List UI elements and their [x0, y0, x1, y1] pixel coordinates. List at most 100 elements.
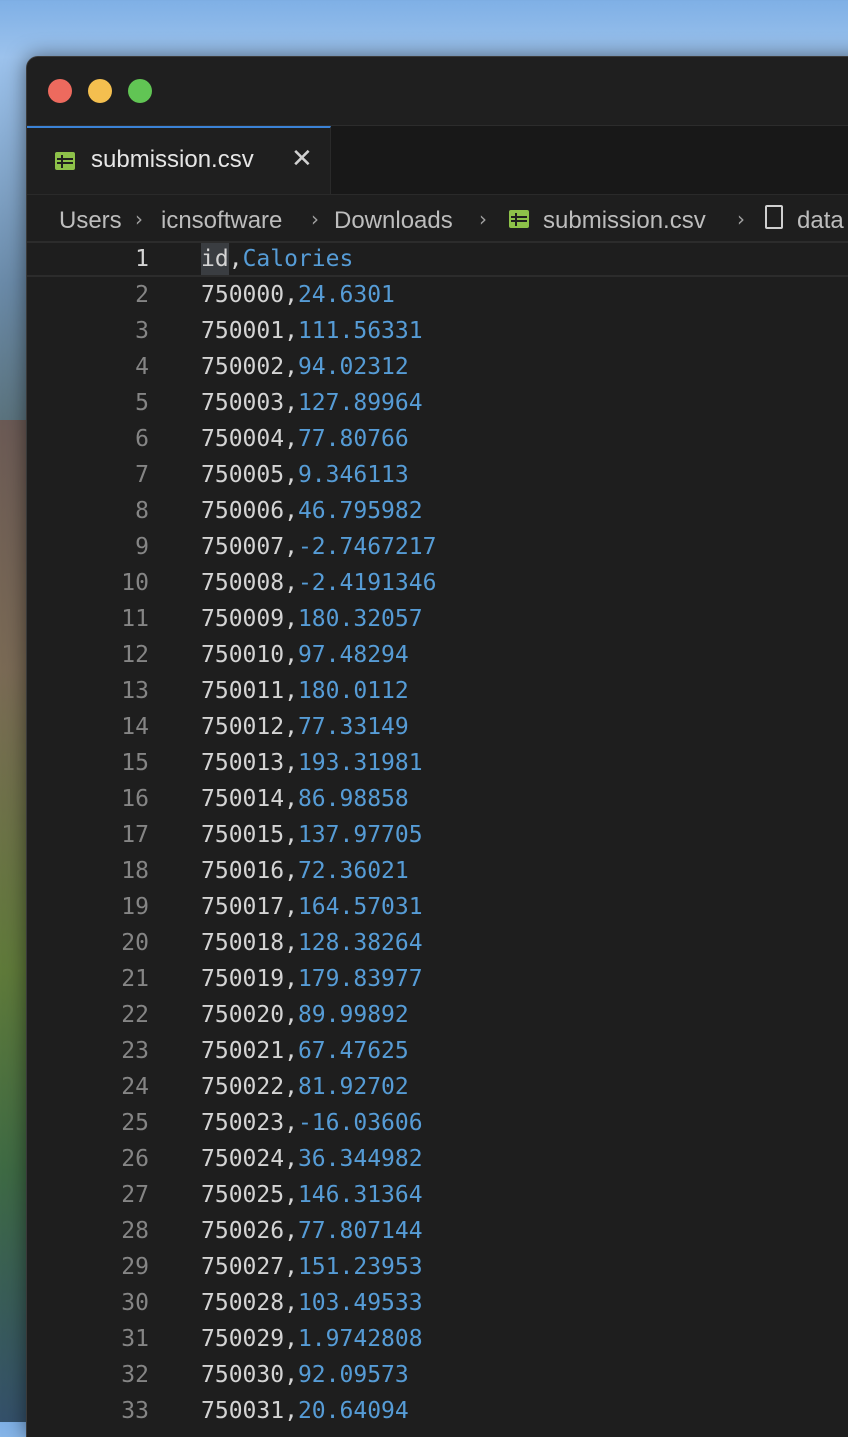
- csv-separator: ,: [284, 1362, 298, 1388]
- csv-cell-id: 750016: [201, 858, 285, 884]
- code-line[interactable]: 9 750007,-2.7467217: [27, 529, 848, 565]
- code-line[interactable]: 29 750027,151.23953: [27, 1249, 848, 1285]
- line-content: 750027,151.23953: [201, 1249, 423, 1285]
- code-line[interactable]: 23 750021,67.47625: [27, 1033, 848, 1069]
- code-line[interactable]: 6 750004,77.80766: [27, 421, 848, 457]
- chevron-right-icon: ›: [737, 207, 745, 231]
- code-line[interactable]: 22 750020,89.99892: [27, 997, 848, 1033]
- code-line[interactable]: 1 id,Calories: [27, 241, 848, 277]
- line-number: 12: [121, 642, 149, 668]
- document-icon: [765, 205, 783, 229]
- line-content: 750013,193.31981: [201, 745, 423, 781]
- line-number: 24: [121, 1074, 149, 1100]
- breadcrumb-item-file[interactable]: submission.csv: [543, 207, 706, 235]
- csv-separator: ,: [284, 786, 298, 812]
- code-line[interactable]: 30 750028,103.49533: [27, 1285, 848, 1321]
- code-line[interactable]: 11 750009,180.32057: [27, 601, 848, 637]
- code-line[interactable]: 8 750006,46.795982: [27, 493, 848, 529]
- csv-cell-calories: 1.9742808: [297, 1326, 423, 1352]
- csv-cell-calories: 179.83977: [297, 966, 423, 992]
- code-line[interactable]: 27 750025,146.31364: [27, 1177, 848, 1213]
- line-number: 4: [135, 354, 149, 380]
- code-line[interactable]: 17 750015,137.97705: [27, 817, 848, 853]
- code-line[interactable]: 19 750017,164.57031: [27, 889, 848, 925]
- csv-cell-id: 750030: [201, 1362, 285, 1388]
- code-line[interactable]: 10 750008,-2.4191346: [27, 565, 848, 601]
- code-line[interactable]: 18 750016,72.36021: [27, 853, 848, 889]
- close-icon[interactable]: ✕: [291, 144, 313, 174]
- tab-bar: submission.csv ✕: [27, 126, 848, 195]
- code-line[interactable]: 25 750023,-16.03606: [27, 1105, 848, 1141]
- csv-cell-id: 750011: [201, 678, 285, 704]
- code-line[interactable]: 21 750019,179.83977: [27, 961, 848, 997]
- code-line[interactable]: 20 750018,128.38264: [27, 925, 848, 961]
- csv-cell-id: 750007: [201, 534, 285, 560]
- code-line[interactable]: 3 750001,111.56331: [27, 313, 848, 349]
- code-line[interactable]: 13 750011,180.0112: [27, 673, 848, 709]
- code-line[interactable]: 24 750022,81.92702: [27, 1069, 848, 1105]
- code-line[interactable]: 31 750029,1.9742808: [27, 1321, 848, 1357]
- code-line[interactable]: 32 750030,92.09573: [27, 1357, 848, 1393]
- tab-submission-csv[interactable]: submission.csv ✕: [27, 126, 331, 194]
- csv-cell-id: 750023: [201, 1110, 285, 1136]
- code-line[interactable]: 26 750024,36.344982: [27, 1141, 848, 1177]
- csv-separator: ,: [284, 534, 298, 560]
- code-line[interactable]: 7 750005,9.346113: [27, 457, 848, 493]
- csv-separator: ,: [284, 1146, 298, 1172]
- breadcrumb-item-downloads[interactable]: Downloads: [334, 207, 453, 235]
- csv-cell-id: 750022: [201, 1074, 285, 1100]
- csv-cell-id: 750000: [201, 282, 285, 308]
- csv-cell-calories: 137.97705: [297, 822, 423, 848]
- code-line[interactable]: 15 750013,193.31981: [27, 745, 848, 781]
- code-editor[interactable]: 1 id,Calories 2 750000,24.6301 3 750001,111.5…: [27, 241, 848, 1437]
- line-content: 750022,81.92702: [201, 1069, 409, 1105]
- minimize-window-button[interactable]: [88, 79, 112, 103]
- csv-cell-id: 750013: [201, 750, 285, 776]
- csv-cell-calories: 103.49533: [297, 1290, 423, 1316]
- code-line[interactable]: 28 750026,77.807144: [27, 1213, 848, 1249]
- close-window-button[interactable]: [48, 79, 72, 103]
- csv-cell-id: 750008: [201, 570, 285, 596]
- line-number: 14: [121, 714, 149, 740]
- csv-cell-calories: 193.31981: [297, 750, 423, 776]
- csv-cell-id: 750004: [201, 426, 285, 452]
- csv-cell-id: 750017: [201, 894, 285, 920]
- line-content: 750019,179.83977: [201, 961, 423, 997]
- breadcrumb-item-users[interactable]: Users: [59, 207, 122, 235]
- csv-cell-calories: 77.33149: [297, 714, 409, 740]
- chevron-right-icon: ›: [311, 207, 319, 231]
- line-number: 27: [121, 1182, 149, 1208]
- line-content: 750014,86.98858: [201, 781, 409, 817]
- code-line[interactable]: 5 750003,127.89964: [27, 385, 848, 421]
- line-content: 750012,77.33149: [201, 709, 409, 745]
- csv-cell-calories: 24.6301: [297, 282, 395, 308]
- line-number: 20: [121, 930, 149, 956]
- csv-cell-calories: 180.0112: [297, 678, 409, 704]
- line-content: 750002,94.02312: [201, 349, 409, 385]
- line-number: 26: [121, 1146, 149, 1172]
- csv-cell-calories: 146.31364: [297, 1182, 423, 1208]
- csv-separator: ,: [284, 1290, 298, 1316]
- breadcrumb-item-data[interactable]: data: [797, 207, 844, 235]
- breadcrumb-item-icnsoftware[interactable]: icnsoftware: [161, 207, 282, 235]
- csv-cell-calories: 94.02312: [297, 354, 409, 380]
- csv-cell-id: 750015: [201, 822, 285, 848]
- csv-separator: ,: [284, 498, 298, 524]
- line-content: 750000,24.6301: [201, 277, 395, 313]
- code-line[interactable]: 33 750031,20.64094: [27, 1393, 848, 1429]
- line-content: 750009,180.32057: [201, 601, 423, 637]
- line-number: 8: [135, 498, 149, 524]
- line-number: 25: [121, 1110, 149, 1136]
- code-line[interactable]: 16 750014,86.98858: [27, 781, 848, 817]
- line-content: 750003,127.89964: [201, 385, 423, 421]
- line-number: 6: [135, 426, 149, 452]
- line-number: 32: [121, 1362, 149, 1388]
- csv-separator: ,: [284, 426, 298, 452]
- code-line[interactable]: 14 750012,77.33149: [27, 709, 848, 745]
- code-line[interactable]: 12 750010,97.48294: [27, 637, 848, 673]
- zoom-window-button[interactable]: [128, 79, 152, 103]
- csv-separator: ,: [284, 750, 298, 776]
- code-line[interactable]: 2 750000,24.6301: [27, 277, 848, 313]
- line-number: 33: [121, 1398, 149, 1424]
- code-line[interactable]: 4 750002,94.02312: [27, 349, 848, 385]
